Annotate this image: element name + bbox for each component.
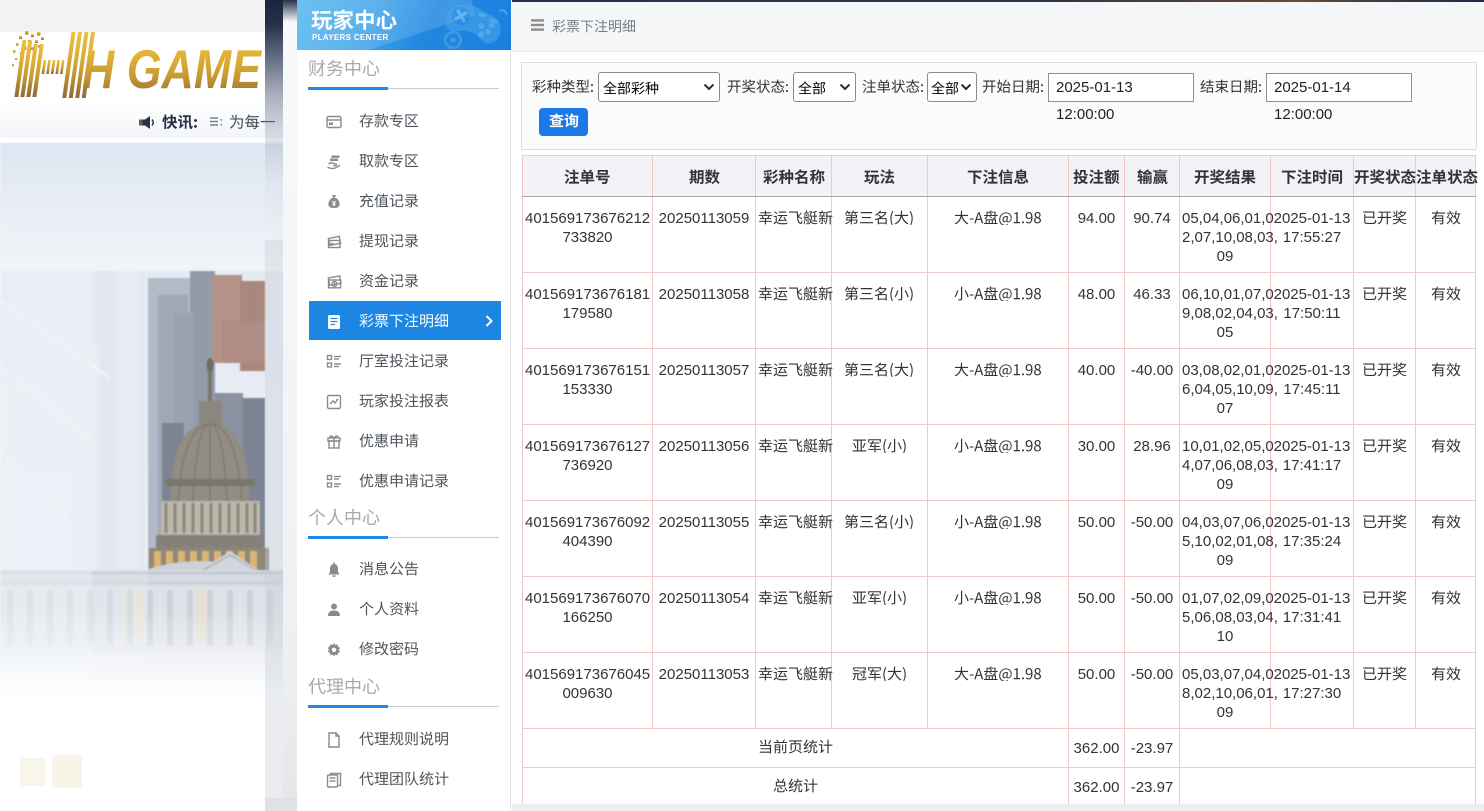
svg-text:H GAME: H GAME <box>82 38 263 100</box>
